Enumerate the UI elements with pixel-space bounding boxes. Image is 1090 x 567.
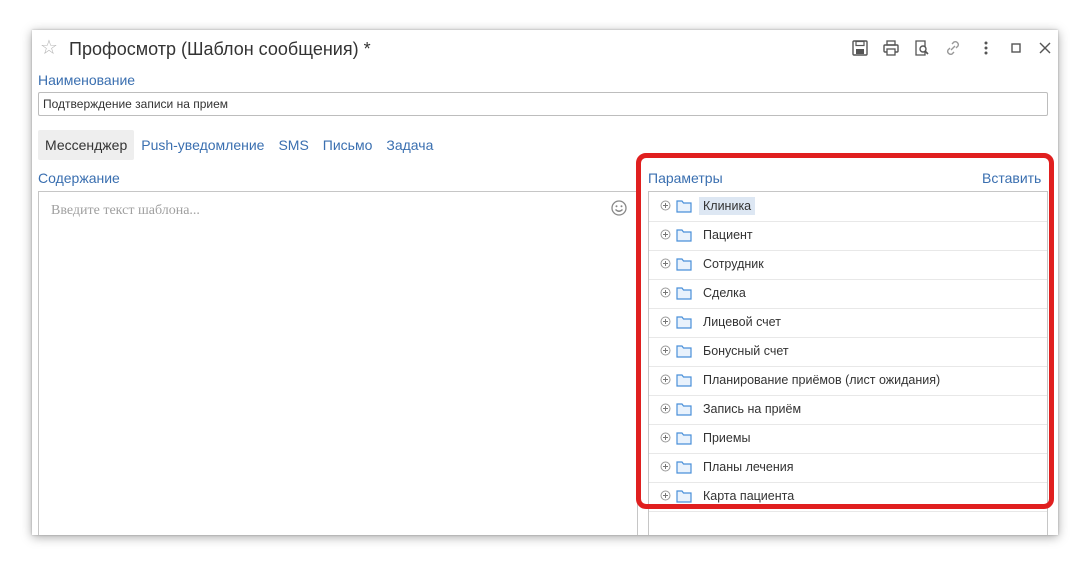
tree-item-label: Пациент	[703, 228, 753, 242]
link-icon[interactable]	[943, 38, 963, 58]
tab-messenger[interactable]: Мессенджер	[38, 130, 135, 160]
params-label: Параметры	[648, 170, 723, 186]
folder-icon	[676, 316, 692, 329]
tree-item-label: Сотрудник	[703, 257, 764, 271]
folder-icon	[676, 461, 692, 474]
tree-row[interactable]: Клиника	[649, 192, 1047, 222]
expand-icon[interactable]	[660, 345, 671, 356]
print-icon[interactable]	[881, 38, 901, 58]
template-window: ☆ Профосмотр (Шаблон сообщения) * Наимен…	[32, 30, 1058, 535]
tab-sms[interactable]: SMS	[271, 130, 315, 160]
window-title: Профосмотр (Шаблон сообщения) *	[69, 39, 371, 59]
title-bar: ☆ Профосмотр (Шаблон сообщения) *	[32, 30, 1058, 66]
folder-icon	[676, 200, 692, 213]
content-placeholder: Введите текст шаблона...	[51, 203, 200, 218]
expand-icon[interactable]	[660, 287, 671, 298]
folder-icon	[676, 258, 692, 271]
folder-icon	[676, 287, 692, 300]
expand-icon[interactable]	[660, 258, 671, 269]
tree-row[interactable]: Карта пациента	[649, 482, 1047, 512]
content-label: Содержание	[38, 170, 120, 186]
tree-row[interactable]: Планы лечения	[649, 453, 1047, 483]
tabs-bar: Мессенджер Push-уведомление SMS Письмо З…	[38, 130, 440, 160]
expand-icon[interactable]	[660, 490, 671, 501]
tree-item-label: Клиника	[699, 197, 756, 215]
tab-task[interactable]: Задача	[379, 130, 440, 160]
emoji-icon[interactable]	[610, 199, 628, 217]
close-icon[interactable]	[1035, 38, 1055, 58]
folder-icon	[676, 345, 692, 358]
save-icon[interactable]	[850, 38, 870, 58]
tab-letter[interactable]: Письмо	[316, 130, 380, 160]
expand-icon[interactable]	[660, 200, 671, 211]
tree-row[interactable]: Сделка	[649, 279, 1047, 309]
tree-row[interactable]: Планирование приёмов (лист ожидания)	[649, 366, 1047, 396]
more-menu-icon[interactable]	[976, 38, 996, 58]
tree-item-label: Карта пациента	[703, 489, 795, 503]
name-label: Наименование	[38, 72, 136, 88]
content-editor[interactable]: Введите текст шаблона...	[38, 191, 638, 535]
tree-item-label: Сделка	[703, 286, 746, 300]
folder-icon	[676, 229, 692, 242]
tree-row[interactable]: Лицевой счет	[649, 308, 1047, 338]
folder-icon	[676, 432, 692, 445]
folder-icon	[676, 403, 692, 416]
expand-icon[interactable]	[660, 403, 671, 414]
tree-row[interactable]: Пациент	[649, 221, 1047, 251]
tree-item-label: Планирование приёмов (лист ожидания)	[703, 373, 941, 387]
tree-item-label: Запись на приём	[703, 402, 802, 416]
preview-icon[interactable]	[912, 38, 932, 58]
favorite-star-icon[interactable]: ☆	[40, 36, 58, 58]
tree-row[interactable]: Приемы	[649, 424, 1047, 454]
expand-icon[interactable]	[660, 432, 671, 443]
expand-icon[interactable]	[660, 316, 671, 327]
name-input[interactable]: Подтверждение записи на прием	[38, 92, 1048, 116]
expand-icon[interactable]	[660, 461, 671, 472]
tree-item-label: Приемы	[703, 431, 751, 445]
params-tree: Клиника Пациент Сотрудник Сделка Лицевой…	[648, 191, 1048, 535]
tree-row[interactable]: Бонусный счет	[649, 337, 1047, 367]
expand-icon[interactable]	[660, 374, 671, 385]
tab-push[interactable]: Push-уведомление	[134, 130, 271, 160]
tree-item-label: Лицевой счет	[703, 315, 781, 329]
tree-item-label: Бонусный счет	[703, 344, 789, 358]
folder-icon	[676, 374, 692, 387]
expand-icon[interactable]	[660, 229, 671, 240]
maximize-icon[interactable]	[1006, 38, 1026, 58]
insert-button[interactable]: Вставить	[982, 170, 1041, 186]
tree-row[interactable]: Запись на приём	[649, 395, 1047, 425]
tree-row[interactable]: Сотрудник	[649, 250, 1047, 280]
folder-icon	[676, 490, 692, 503]
tree-item-label: Планы лечения	[703, 460, 794, 474]
